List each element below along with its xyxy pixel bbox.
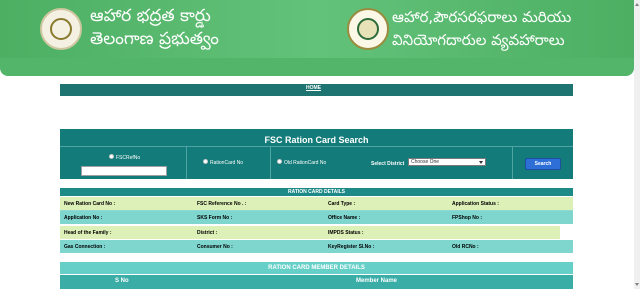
radio-old-rationcard-no[interactable]	[277, 159, 282, 164]
district-label: District :	[197, 230, 218, 236]
telangana-emblem-icon	[40, 8, 82, 50]
radio-fscrefno[interactable]	[109, 154, 114, 159]
key-register-slno-label: KeyRegister Sl.No :	[328, 244, 375, 250]
member-table-header-row	[60, 275, 573, 289]
header-left-line2: తెలంగాణ ప్రభుత్వం	[90, 29, 219, 49]
office-name-label: Office Name :	[328, 215, 361, 221]
search-button[interactable]: Search	[525, 158, 561, 170]
search-title: FSC Ration Card Search	[264, 135, 369, 145]
header-right-line2: వినియోగదారుల వ్యవహారాలు	[392, 31, 565, 49]
header-right-line1: ఆహార,పౌరసరఫరాలు మరియు	[392, 8, 572, 26]
impds-status-label: IMPDS Status :	[328, 230, 364, 236]
radio-rationcard-no[interactable]	[203, 159, 208, 164]
divider	[270, 146, 271, 179]
district-select[interactable]: Choose One	[408, 158, 486, 166]
ration-card-details-header: RATION CARD DETAILS	[60, 188, 573, 196]
civil-supplies-logo-icon	[347, 8, 389, 50]
sks-form-no-label: SKS Form No :	[197, 215, 233, 221]
vertical-scrollbar[interactable]	[634, 0, 640, 289]
gas-connection-label: Gas Connection :	[64, 244, 106, 250]
col-member-name: Member Name	[356, 278, 398, 284]
radio-old-rationcard-no-label: Old RationCard No	[284, 160, 327, 166]
scroll-down-arrow-icon[interactable]	[635, 283, 639, 287]
empty-cell	[560, 226, 573, 239]
col-sno: S No	[115, 278, 129, 284]
member-details-header: RATION CARD MEMBER DETAILS	[60, 262, 573, 274]
home-link[interactable]: HOME	[306, 85, 321, 91]
consumer-no-label: Consumer No :	[197, 244, 233, 250]
head-of-family-label: Head of the Family :	[64, 230, 112, 236]
application-no-label: Application No :	[64, 215, 103, 221]
select-district-label: Select District	[371, 161, 405, 167]
details-row	[60, 226, 573, 239]
card-type-label: Card Type :	[328, 201, 356, 207]
scroll-up-arrow-icon[interactable]	[635, 2, 639, 6]
new-ration-card-no-label: New Ration Card No :	[64, 201, 116, 207]
details-row	[60, 211, 573, 224]
details-row	[60, 240, 573, 253]
radio-fscrefno-label: FSCRefNo	[116, 155, 141, 161]
district-select-value: Choose One	[411, 159, 440, 165]
application-status-label: Application Status :	[452, 201, 499, 207]
header-left-line1: ఆహార భద్రత కార్డు	[90, 6, 211, 26]
divider	[512, 146, 513, 179]
old-rcno-label: Old RCNo :	[452, 244, 479, 250]
divider	[186, 146, 187, 179]
fpshop-no-label: FPShop No :	[452, 215, 482, 221]
fsc-refno-input[interactable]	[81, 166, 167, 176]
nav-bar: HOME	[60, 84, 573, 96]
fsc-reference-no-label: FSC Reference No . :	[197, 201, 247, 207]
chevron-down-icon	[479, 161, 483, 164]
radio-rationcard-no-label: RationCard No	[210, 160, 244, 166]
